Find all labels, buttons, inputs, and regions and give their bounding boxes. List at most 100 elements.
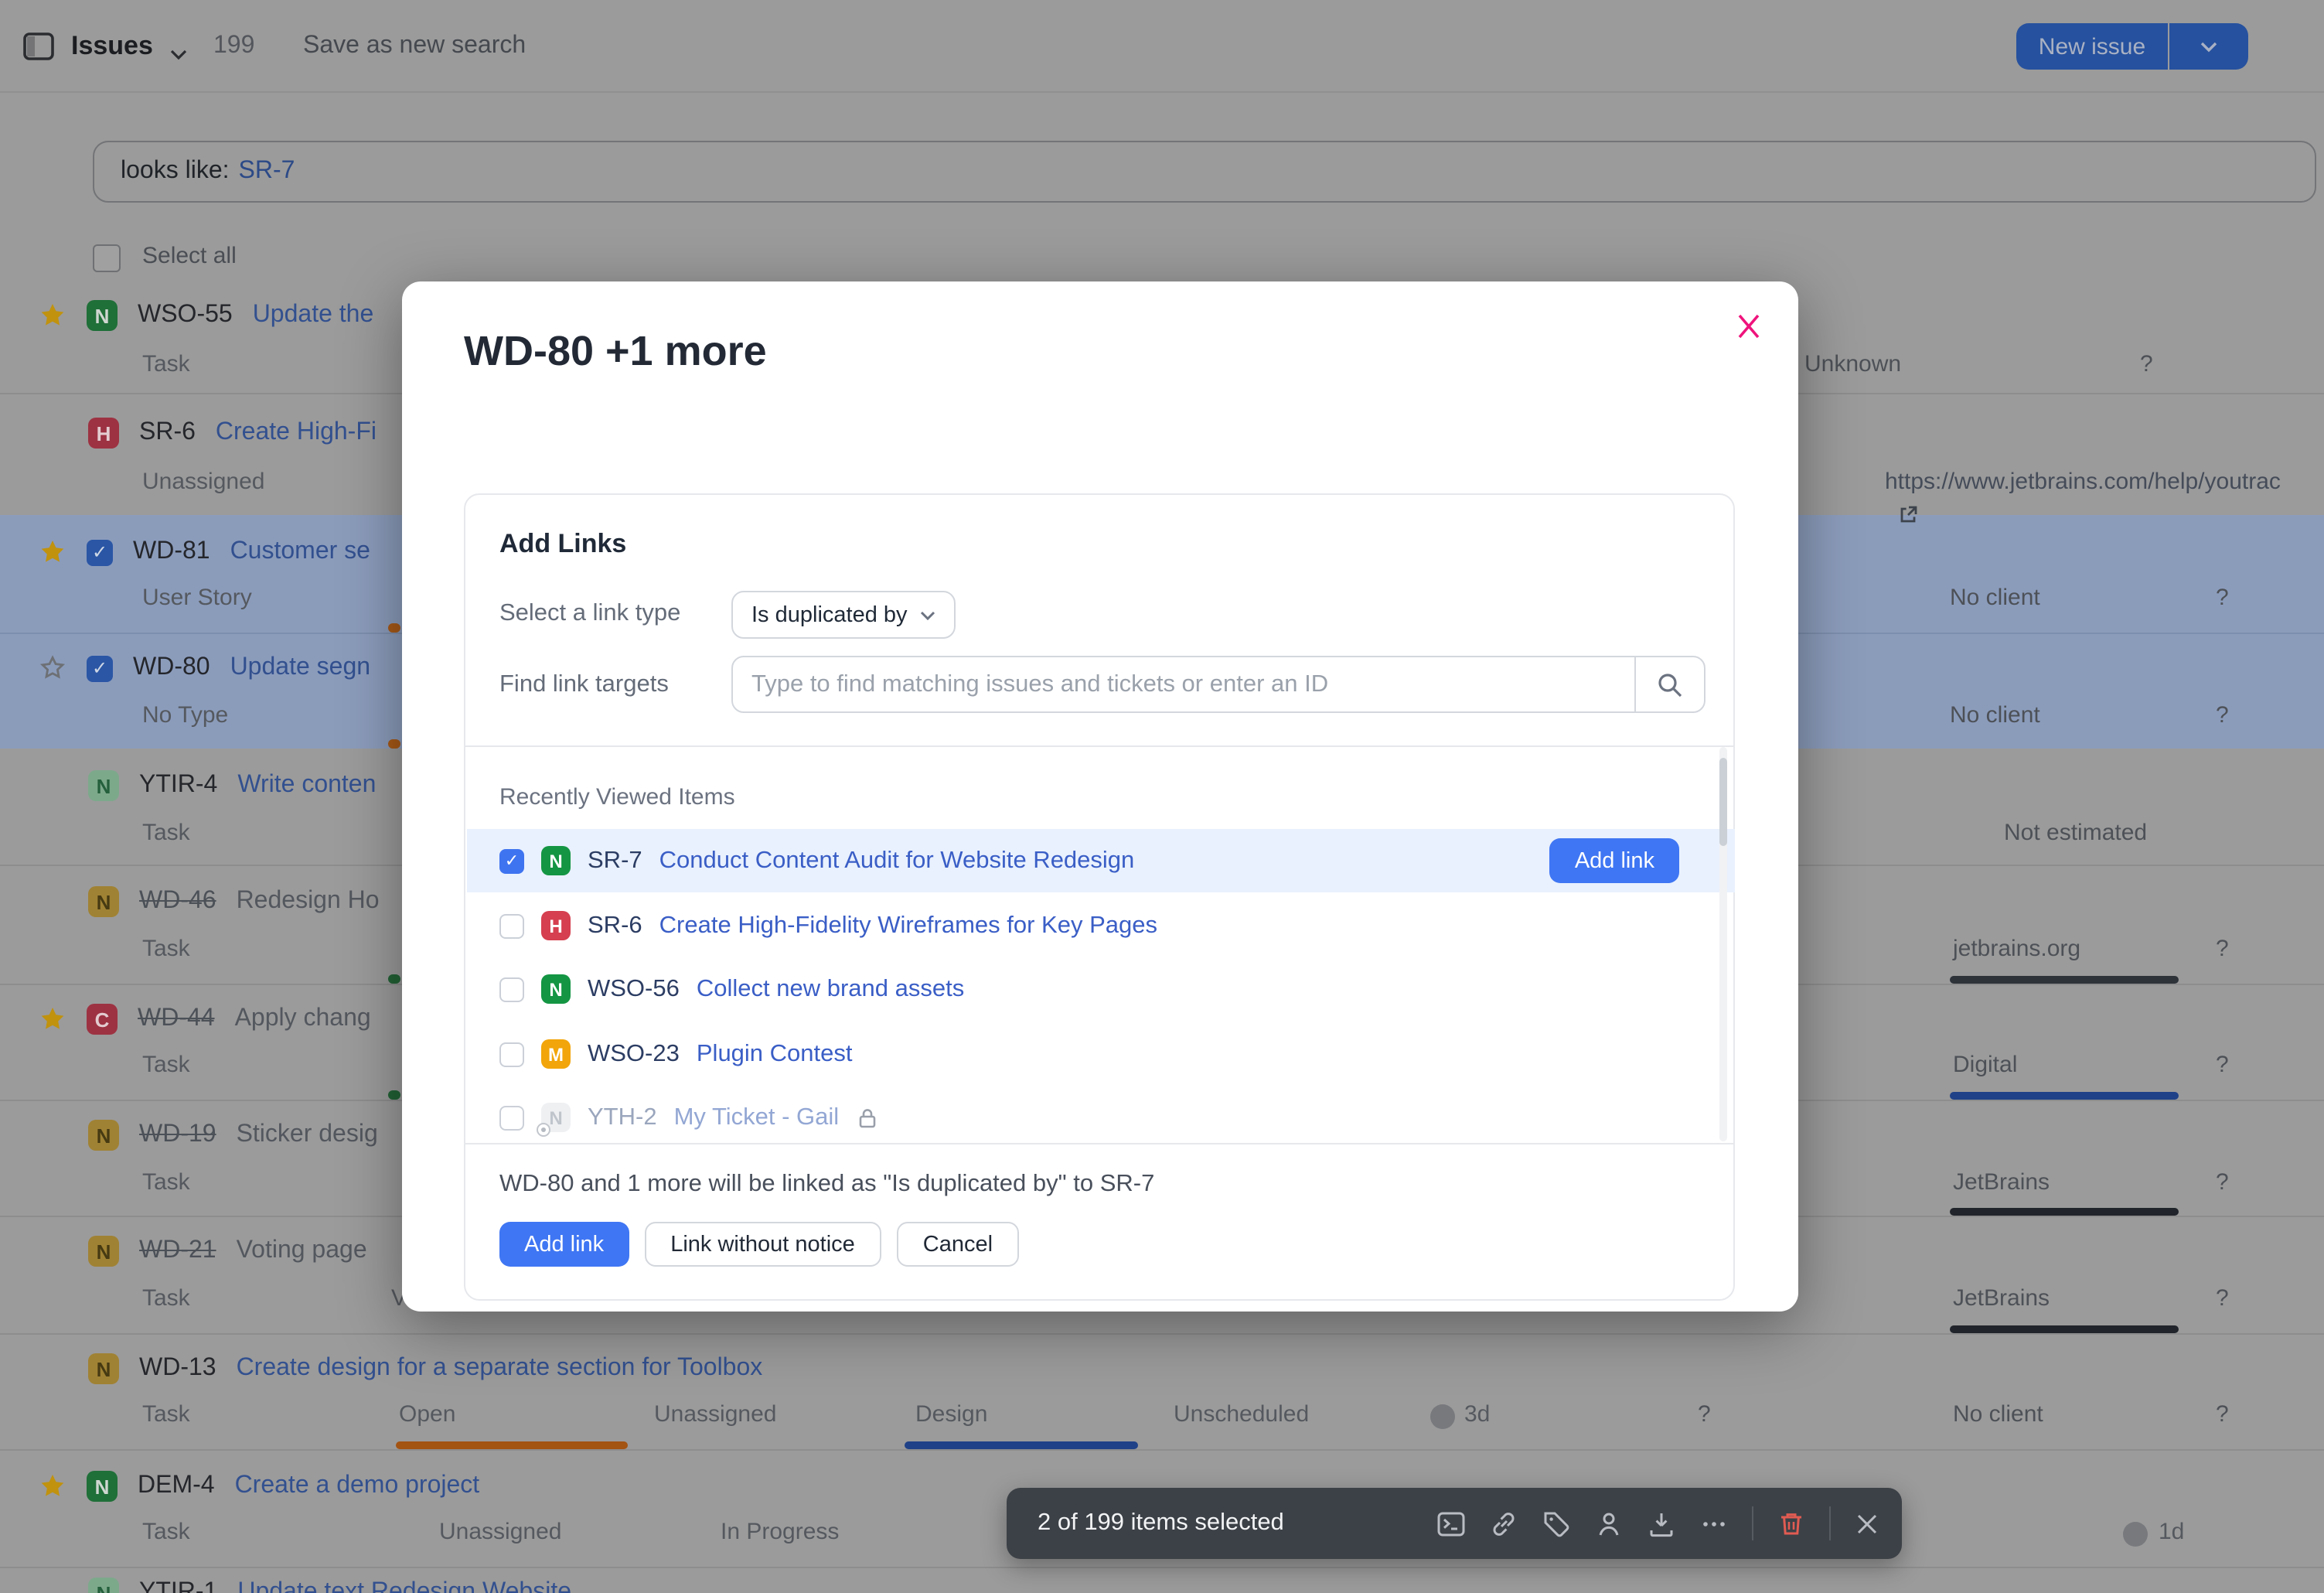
- issue-title-link[interactable]: Create a demo project: [235, 1472, 480, 1500]
- save-as-new-search-link[interactable]: Save as new search: [303, 32, 526, 60]
- tag-icon[interactable]: [1542, 1509, 1571, 1538]
- star-icon[interactable]: [39, 1005, 66, 1033]
- assignee-icon[interactable]: [1594, 1509, 1624, 1538]
- row-checkbox[interactable]: [499, 1042, 524, 1066]
- issue-row[interactable]: N YTIR-4 Write conten: [0, 767, 404, 804]
- select-all-checkbox[interactable]: [93, 244, 121, 272]
- issue-title-link[interactable]: Create design for a separate section for…: [237, 1355, 763, 1383]
- add-link-button[interactable]: Add link: [499, 1222, 629, 1267]
- priority-badge: N: [541, 846, 571, 875]
- issue-row[interactable]: N WD-13 Create design for a separate sec…: [0, 1350, 762, 1387]
- link-without-notice-button[interactable]: Link without notice: [644, 1222, 881, 1267]
- issue-title-link[interactable]: Create High-Fi: [216, 419, 377, 447]
- issue-id[interactable]: YTIR-1: [139, 1579, 217, 1593]
- cancel-button[interactable]: Cancel: [897, 1222, 1019, 1267]
- close-icon[interactable]: [1732, 309, 1769, 346]
- add-link-row-button[interactable]: Add link: [1550, 838, 1679, 883]
- star-icon[interactable]: [39, 538, 66, 566]
- download-icon[interactable]: [1647, 1509, 1676, 1538]
- link-target-row[interactable]: N YTH-2 My Ticket - Gail: [467, 1086, 1735, 1149]
- issue-title-link[interactable]: Sticker desig: [237, 1121, 378, 1149]
- issue-id[interactable]: WD-44: [138, 1005, 215, 1033]
- estimate-dot-icon: [2123, 1522, 2148, 1547]
- issue-row[interactable]: N DEM-4 Create a demo project: [0, 1468, 479, 1505]
- issue-id[interactable]: WSO-55: [138, 302, 233, 329]
- issue-title-link[interactable]: Conduct Content Audit for Website Redesi…: [659, 847, 1135, 875]
- close-selection-icon[interactable]: [1854, 1510, 1880, 1537]
- issue-title-link[interactable]: Update text Redesign Website: [237, 1579, 571, 1593]
- issue-title-link[interactable]: Create High-Fidelity Wireframes for Key …: [659, 912, 1157, 940]
- issue-row[interactable]: N WSO-55 Update the: [0, 297, 404, 334]
- issue-title-link[interactable]: Update the: [253, 302, 374, 329]
- star-icon[interactable]: [39, 1472, 66, 1500]
- issue-id[interactable]: WD-19: [139, 1121, 216, 1149]
- issue-id[interactable]: WD-81: [133, 538, 210, 566]
- issue-row[interactable]: N YTIR-1 Update text Redesign Website: [0, 1574, 1392, 1593]
- issue-title-link[interactable]: My Ticket - Gail: [674, 1104, 840, 1131]
- issue-estimate: Not estimated: [2004, 820, 2147, 846]
- star-icon[interactable]: [39, 302, 66, 329]
- external-link-icon[interactable]: [1899, 504, 1917, 532]
- issue-id[interactable]: WSO-23: [588, 1040, 680, 1068]
- new-issue-button[interactable]: New issue: [2016, 23, 2168, 70]
- chevron-down-icon[interactable]: [170, 40, 187, 68]
- more-options-icon[interactable]: [1699, 1509, 1729, 1538]
- issue-estimate: 3d: [1464, 1401, 1490, 1428]
- row-checkbox[interactable]: [499, 1105, 524, 1130]
- issue-title-link[interactable]: Write conten: [237, 772, 376, 800]
- priority-badge: M: [541, 1039, 571, 1069]
- row-checkbox-checked[interactable]: ✓: [87, 655, 113, 681]
- issue-id[interactable]: SR-6: [588, 912, 642, 940]
- issue-type: No Type: [142, 702, 228, 728]
- issue-row[interactable]: N WD-46 Redesign Ho: [0, 883, 404, 920]
- issue-row-selected[interactable]: ✓ WD-81 Customer se: [0, 534, 404, 571]
- issue-title-link[interactable]: Apply chang: [235, 1005, 371, 1033]
- issue-id[interactable]: DEM-4: [138, 1472, 215, 1500]
- issue-id[interactable]: WD-80: [133, 654, 210, 682]
- issue-row[interactable]: C WD-44 Apply chang: [0, 1001, 404, 1038]
- link-target-row[interactable]: N WSO-56 Collect new brand assets: [467, 957, 1735, 1021]
- issue-title-link[interactable]: Plugin Contest: [697, 1040, 853, 1068]
- row-divider: [0, 1449, 2324, 1451]
- link-target-row[interactable]: M WSO-23 Plugin Contest: [467, 1022, 1735, 1086]
- issue-id[interactable]: YTH-2: [588, 1104, 657, 1131]
- issue-id[interactable]: SR-6: [139, 419, 196, 447]
- issue-row[interactable]: N WD-21 Voting page: [0, 1233, 404, 1270]
- scrollbar-thumb[interactable]: [1719, 758, 1727, 846]
- row-checkbox-checked[interactable]: ✓: [87, 539, 113, 565]
- issue-type: Task: [142, 936, 190, 962]
- link-target-row[interactable]: H SR-6 Create High-Fidelity Wireframes f…: [467, 894, 1735, 957]
- issue-url[interactable]: https://www.jetbrains.com/help/youtrac: [1885, 469, 2324, 495]
- search-input[interactable]: looks like: SR-7: [93, 141, 2316, 203]
- find-link-targets-input[interactable]: [733, 670, 1634, 698]
- issue-title-link[interactable]: Redesign Ho: [237, 888, 380, 916]
- issue-id[interactable]: WD-46: [139, 888, 216, 916]
- link-icon[interactable]: [1489, 1509, 1518, 1538]
- row-checkbox[interactable]: [499, 977, 524, 1001]
- issue-title-link[interactable]: Customer se: [230, 538, 370, 566]
- star-outline-icon[interactable]: [39, 654, 66, 682]
- issue-id[interactable]: YTIR-4: [139, 772, 217, 800]
- issue-row[interactable]: N WD-19 Sticker desig: [0, 1117, 404, 1154]
- issue-id[interactable]: WD-21: [139, 1237, 216, 1265]
- issue-title-link[interactable]: Update segn: [230, 654, 370, 682]
- issue-id[interactable]: SR-7: [588, 847, 642, 875]
- issue-row[interactable]: H SR-6 Create High-Fi: [0, 414, 404, 452]
- issue-id[interactable]: WD-13: [139, 1355, 216, 1383]
- issue-row-selected[interactable]: ✓ WD-80 Update segn: [0, 650, 404, 687]
- issue-title-link[interactable]: Collect new brand assets: [697, 975, 964, 1003]
- issue-title-link[interactable]: Voting page: [237, 1237, 367, 1265]
- link-target-row[interactable]: ✓ N SR-7 Conduct Content Audit for Websi…: [467, 829, 1735, 892]
- link-type-dropdown[interactable]: Is duplicated by: [731, 591, 956, 639]
- issue-client: JetBrains: [1953, 1169, 2050, 1196]
- issue-id[interactable]: WSO-56: [588, 975, 680, 1003]
- search-button[interactable]: [1634, 657, 1704, 711]
- sidebar-toggle-icon[interactable]: [23, 32, 54, 68]
- client-progress-bar: [1950, 1208, 2179, 1216]
- command-window-icon[interactable]: [1436, 1509, 1466, 1538]
- row-checkbox[interactable]: [499, 913, 524, 938]
- row-checkbox-checked[interactable]: ✓: [499, 848, 524, 873]
- new-issue-dropdown-button[interactable]: [2169, 23, 2248, 70]
- page-title[interactable]: Issues: [71, 31, 153, 62]
- delete-icon[interactable]: [1777, 1509, 1806, 1538]
